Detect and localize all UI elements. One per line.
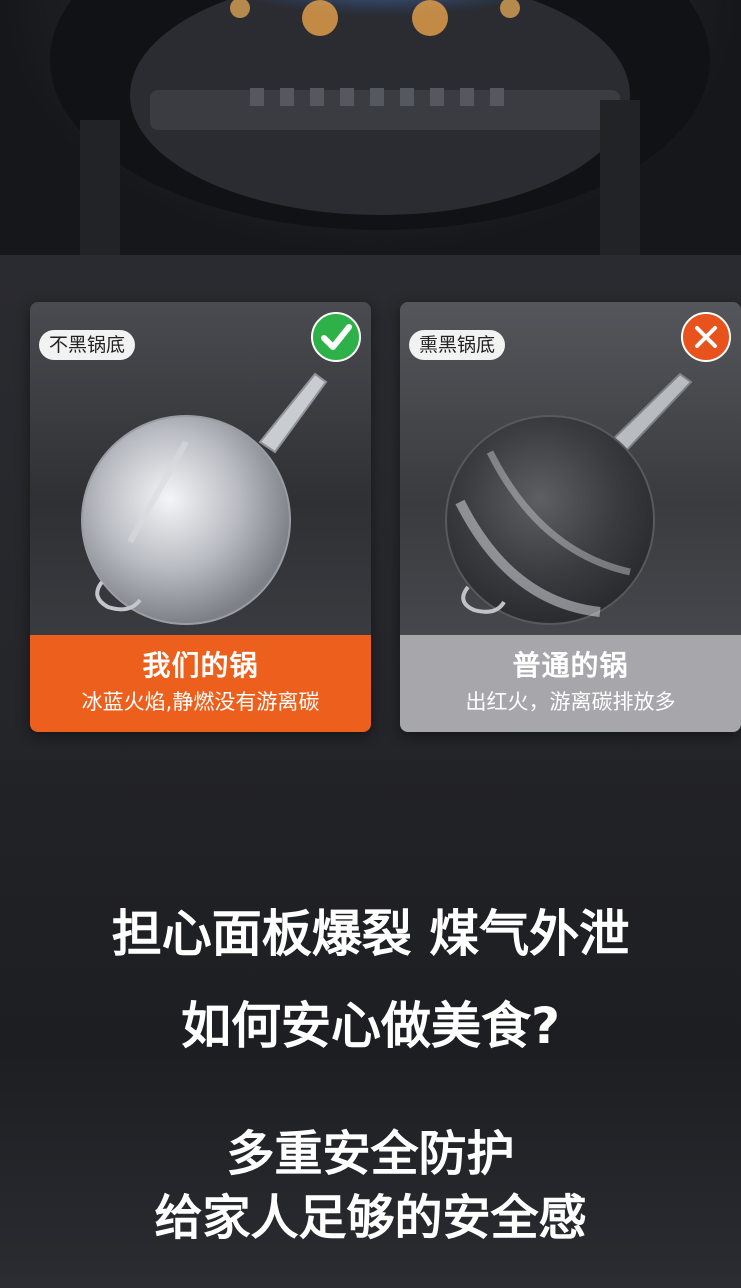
our-pan-title: 我们的锅: [142, 649, 259, 682]
tag-no-black-bottom: 不黑锅底: [39, 330, 136, 360]
ordinary-pan-title: 普通的锅: [512, 649, 629, 682]
close-x-icon: [681, 312, 731, 362]
checkmark-icon: [311, 312, 361, 362]
headline-line-1: 担心面板爆裂 煤气外泄: [111, 905, 630, 963]
slogan-line-2: 给家人足够的安全感: [154, 1190, 587, 1246]
tag-smoked-black-bottom: 熏黑锅底: [409, 330, 506, 360]
our-pan-card: 不黑锅底 我们的锅 冰蓝火焰,静燃没有游离碳: [30, 302, 371, 732]
our-pan-subtitle: 冰蓝火焰,静燃没有游离碳: [81, 690, 320, 714]
headline-line-2: 如何安心做美食?: [180, 997, 560, 1055]
ordinary-pan-card: 熏黑锅底 普通的锅 出红火，游离碳排放多: [400, 302, 741, 732]
our-pan-caption: 我们的锅 冰蓝火焰,静燃没有游离碳: [30, 635, 371, 732]
slogan-line-1: 多重安全防护: [226, 1126, 515, 1182]
ordinary-pan-caption: 普通的锅 出红火，游离碳排放多: [400, 635, 741, 732]
ordinary-pan-subtitle: 出红火，游离碳排放多: [465, 690, 676, 714]
stove-burner-image: [0, 0, 741, 255]
